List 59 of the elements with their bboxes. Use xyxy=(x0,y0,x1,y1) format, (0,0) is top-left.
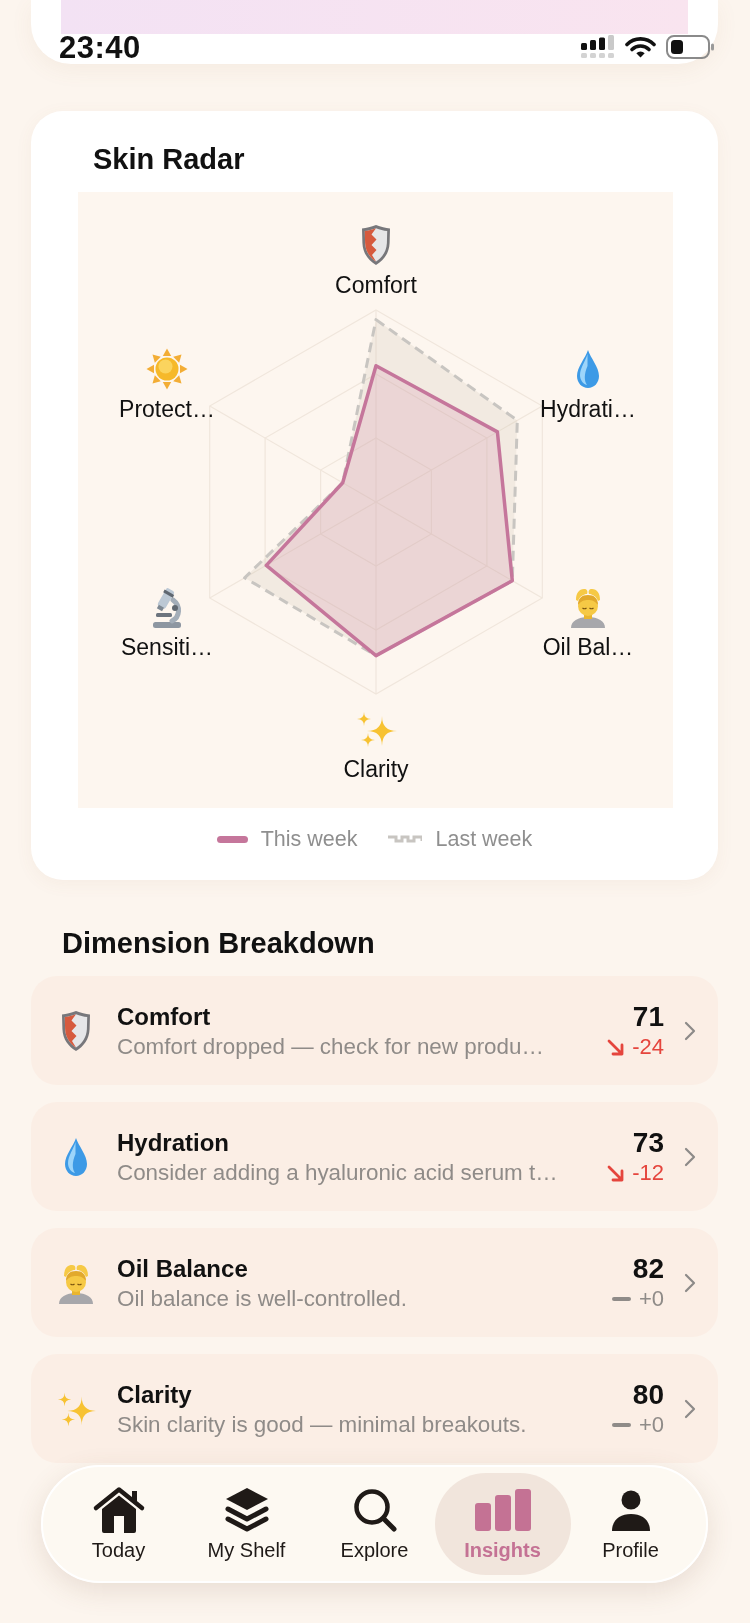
axis-label: Clarity xyxy=(343,756,409,782)
legend-label: Last week xyxy=(435,826,533,852)
score-change: +0 xyxy=(638,1412,664,1438)
score-value: 80 xyxy=(632,1380,664,1410)
dash-icon xyxy=(611,1423,631,1427)
chevron-right-icon xyxy=(684,1146,696,1167)
arrow-down-right-icon xyxy=(607,1038,625,1056)
score-value: 82 xyxy=(632,1254,664,1284)
battery-icon xyxy=(666,35,714,59)
dimension-row[interactable]: Clarity Skin clarity is good — minimal breakouts. 80 +0 xyxy=(31,1354,718,1463)
microscope-icon xyxy=(153,586,181,628)
chevron-right-icon xyxy=(684,1398,696,1419)
person-icon xyxy=(610,1489,651,1531)
dimension-name: Comfort xyxy=(117,1002,211,1032)
score-change: +0 xyxy=(638,1286,664,1312)
layers-icon xyxy=(223,1486,270,1534)
droplet-icon xyxy=(63,1136,89,1177)
dimension-name: Oil Balance xyxy=(117,1254,248,1284)
dimension-row[interactable]: Oil Balance Oil balance is well-controlled. 82 +0 xyxy=(31,1228,718,1337)
nav-tab[interactable]: Profile xyxy=(570,1473,691,1575)
dimension-name: Clarity xyxy=(117,1380,192,1410)
axis-label: Comfort xyxy=(335,272,417,298)
axis-label: Hydrati… xyxy=(540,396,636,422)
legend-label: This week xyxy=(260,826,358,852)
dashed-line-icon xyxy=(388,835,423,843)
chevron-right-icon xyxy=(684,1020,696,1041)
person-icon xyxy=(571,589,605,628)
shield-icon xyxy=(61,1009,91,1052)
nav-tab[interactable]: Explore xyxy=(314,1473,435,1575)
dimension-row[interactable]: Comfort Comfort dropped — check for new produ… 71 -24 xyxy=(31,976,718,1085)
dash-icon xyxy=(611,1297,631,1301)
nav-tab[interactable]: My Shelf xyxy=(186,1473,307,1575)
wifi-icon xyxy=(625,36,656,58)
card-title: Skin Radar xyxy=(93,142,245,176)
sun-icon xyxy=(146,348,188,390)
arrow-down-right-icon xyxy=(607,1164,625,1182)
search-icon xyxy=(352,1488,397,1532)
droplet-icon xyxy=(577,350,599,388)
bar-chart-icon xyxy=(474,1489,531,1531)
dimension-note: Oil balance is well-controlled. xyxy=(117,1285,407,1313)
dimension-note: Consider adding a hyaluronic acid serum t… xyxy=(117,1159,558,1187)
score-change: -24 xyxy=(632,1034,664,1060)
dimension-row[interactable]: Hydration Consider adding a hyaluronic acid serum t… 73 -12 xyxy=(31,1102,718,1211)
house-icon xyxy=(91,1486,146,1534)
nav-tab[interactable]: Today xyxy=(58,1473,179,1575)
score-value: 71 xyxy=(632,1002,664,1032)
dimension-note: Skin clarity is good — minimal breakouts. xyxy=(117,1411,527,1439)
shield-icon xyxy=(362,225,390,265)
dimension-note: Comfort dropped — check for new produ… xyxy=(117,1033,544,1061)
score-change: -12 xyxy=(632,1160,664,1186)
axis-label: Sensiti… xyxy=(121,634,213,660)
chevron-right-icon xyxy=(684,1272,696,1293)
axis-label: Protect… xyxy=(119,396,215,422)
dimension-name: Hydration xyxy=(117,1128,229,1158)
status-time: 23:40 xyxy=(59,33,141,62)
score-value: 73 xyxy=(632,1128,664,1158)
section-heading: Dimension Breakdown xyxy=(62,926,375,960)
signal-icon xyxy=(581,35,615,59)
axis-label: Oil Bal… xyxy=(542,634,634,660)
